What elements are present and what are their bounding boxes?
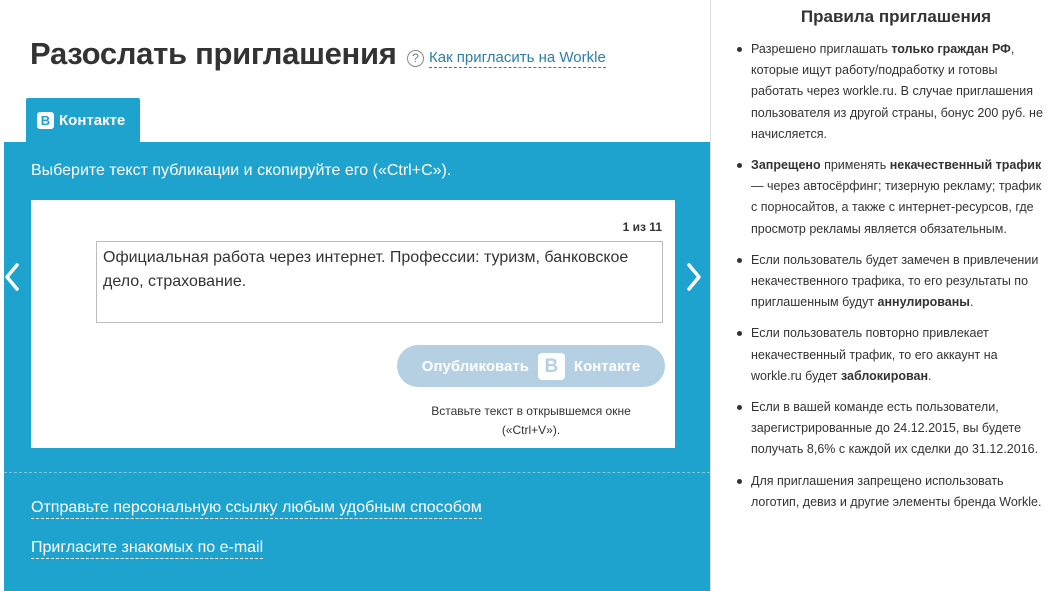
column-divider <box>710 0 711 591</box>
publish-button-network: Контакте <box>573 357 641 375</box>
rule-item: Если пользователь повторно привлекает не… <box>731 323 1049 387</box>
publication-counter: 1 из 11 <box>622 220 662 234</box>
rules-sidebar: Правила приглашения Разрешено приглашать… <box>731 6 1049 523</box>
tab-vkontakte[interactable]: B Контакте <box>26 98 140 142</box>
rule-item: Если в вашей команде есть пользователи, … <box>731 397 1049 461</box>
divider <box>4 472 710 473</box>
rule-emphasis: Запрещено <box>751 158 821 173</box>
rule-item: Разрешено приглашать только граждан РФ, … <box>731 39 1049 145</box>
publication-card: 1 из 11 Официальная работа через интерне… <box>31 200 675 448</box>
page-title: Разослать приглашения <box>30 36 397 71</box>
instruction-text: Выберите текст публикации и скопируйте е… <box>31 162 452 179</box>
rule-emphasis: аннулированы <box>877 295 970 310</box>
rule-text: Разрешено приглашать <box>751 42 892 56</box>
publication-textarea[interactable]: Официальная работа через интернет. Профе… <box>96 241 663 323</box>
chevron-left-icon[interactable] <box>4 262 20 292</box>
rule-text: . <box>969 295 974 310</box>
rule-text: — через автосёрфинг; тизерную рекламу; т… <box>751 179 1042 236</box>
rule-text: применять <box>820 158 890 173</box>
how-to-invite-link[interactable]: ? Как пригласить на Workle <box>407 49 606 68</box>
rule-item: Для приглашения запрещено использовать л… <box>731 471 1049 513</box>
chevron-right-icon[interactable] <box>686 262 702 292</box>
rule-text: Если в вашей команде есть пользователи, … <box>751 400 1039 457</box>
paste-hint: Вставьте текст в открывшемся окне («Ctrl… <box>431 404 631 437</box>
how-to-invite-link-text[interactable]: Как пригласить на Workle <box>429 49 606 68</box>
send-personal-link[interactable]: Отправьте персональную ссылку любым удоб… <box>31 498 482 519</box>
tab-vkontakte-label: Контакте <box>59 111 126 129</box>
rule-item: Если пользователь будет замечен в привле… <box>731 250 1049 314</box>
rule-text: , которые ищут работу/подработку и готов… <box>751 42 1043 141</box>
question-circle-icon: ? <box>407 50 424 67</box>
rules-list: Разрешено приглашать только граждан РФ, … <box>731 39 1049 513</box>
rule-emphasis: заблокирован <box>840 368 928 383</box>
rule-emphasis: только граждан РФ <box>891 42 1011 56</box>
share-panel: Выберите текст публикации и скопируйте е… <box>4 142 710 591</box>
rule-emphasis: некачественный трафик <box>889 158 1042 173</box>
publish-button-label: Опубликовать <box>421 357 529 375</box>
publish-vk-button[interactable]: Опубликовать B Контакте <box>397 345 665 387</box>
vk-logo-icon: B <box>37 111 54 129</box>
invite-by-email-link[interactable]: Пригласите знакомых по e-mail <box>31 538 264 559</box>
rule-text: . <box>928 368 932 383</box>
rules-title: Правила приглашения <box>800 7 992 26</box>
vk-logo-icon: B <box>537 352 565 380</box>
rule-item: Запрещено применять некачественный трафи… <box>731 155 1049 240</box>
rule-text: Для приглашения запрещено использовать л… <box>751 473 1042 509</box>
